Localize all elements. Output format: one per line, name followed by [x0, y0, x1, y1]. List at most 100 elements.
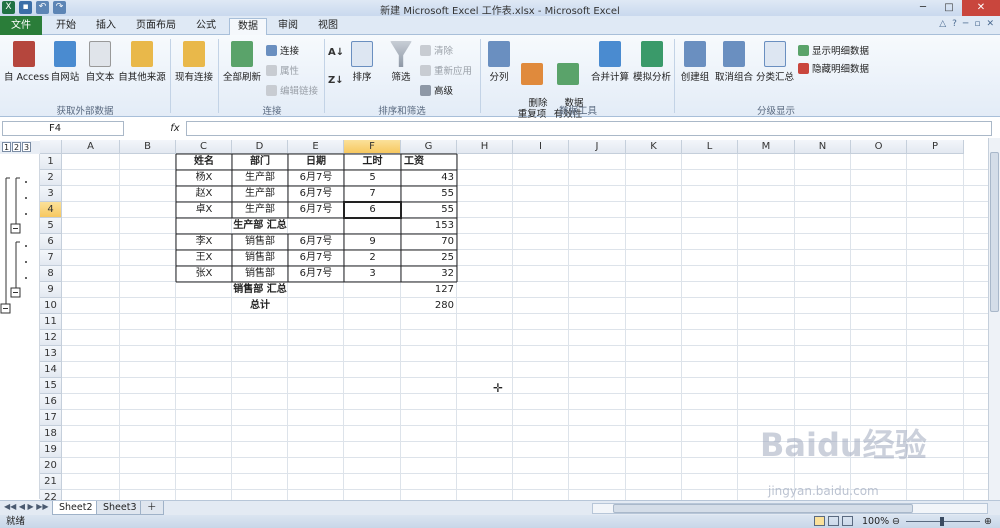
- edit-links-button[interactable]: 编辑链接: [266, 83, 318, 97]
- vertical-scrollbar[interactable]: [988, 138, 1000, 500]
- subtotal-icon: [764, 41, 786, 67]
- workbook-restore-icon[interactable]: ▫: [974, 19, 980, 29]
- zoom-out-icon[interactable]: ⊖: [892, 515, 900, 528]
- what-if-analysis-button[interactable]: 模拟分析: [632, 41, 672, 83]
- tab-formulas[interactable]: 公式: [188, 18, 224, 35]
- tab-review[interactable]: 审阅: [270, 18, 306, 35]
- outline-level-buttons: 1 2 3: [0, 141, 40, 154]
- clear-icon: [420, 44, 431, 56]
- status-bar: 就绪 100% ⊖ ⊕: [0, 515, 1000, 528]
- access-icon: [13, 41, 35, 67]
- help-icon[interactable]: ?: [952, 19, 957, 29]
- filter-button[interactable]: 筛选: [386, 41, 416, 83]
- page-break-view-icon[interactable]: [842, 516, 853, 526]
- sheet-nav-arrows-icon[interactable]: ◀◀ ◀ ▶ ▶▶: [4, 502, 49, 511]
- status-ready: 就绪: [6, 516, 26, 527]
- watermark-url: jingyan.baidu.com: [768, 484, 879, 498]
- group-button[interactable]: 创建组: [678, 41, 712, 83]
- consolidate-icon: [599, 41, 621, 67]
- minimize-button[interactable]: ─: [910, 0, 936, 16]
- show-detail-icon: [798, 44, 809, 56]
- ungroup-button[interactable]: 取消组合: [714, 41, 754, 83]
- zoom-slider-handle[interactable]: [940, 517, 944, 526]
- ribbon-separator: [170, 39, 171, 113]
- subtotal-button[interactable]: 分类汇总: [756, 41, 794, 83]
- from-web-button[interactable]: 自网站: [48, 41, 82, 83]
- maximize-button[interactable]: □: [936, 0, 962, 16]
- show-detail-button[interactable]: 显示明细数据: [798, 43, 869, 57]
- connections-folder-icon: [183, 41, 205, 67]
- ribbon-minimize-icon[interactable]: △: [939, 19, 946, 29]
- database-icon: [131, 41, 153, 67]
- insert-function-icon[interactable]: fx: [166, 121, 184, 136]
- name-box[interactable]: F4: [2, 121, 124, 136]
- horizontal-scroll-thumb[interactable]: [613, 504, 913, 513]
- page-layout-view-icon[interactable]: [828, 516, 839, 526]
- group-icon: [684, 41, 706, 67]
- text-file-icon: [89, 41, 111, 67]
- ribbon-separator: [324, 39, 325, 113]
- hide-detail-button[interactable]: 隐藏明细数据: [798, 61, 869, 75]
- selected-cell-outline: [343, 201, 402, 219]
- tab-insert[interactable]: 插入: [88, 18, 124, 35]
- zoom-level[interactable]: 100%: [862, 515, 889, 528]
- connections-icon: [266, 44, 277, 56]
- advanced-filter-icon: [420, 84, 431, 96]
- refresh-all-button[interactable]: 全部刷新: [222, 41, 262, 83]
- outline-level-2-button[interactable]: 2: [12, 142, 21, 152]
- properties-icon: [266, 64, 277, 76]
- from-access-button[interactable]: 自 Access: [4, 41, 49, 83]
- from-other-sources-button[interactable]: 自其他来源: [118, 41, 166, 83]
- zoom-in-icon[interactable]: ⊕: [984, 515, 992, 528]
- reapply-button[interactable]: 重新应用: [420, 63, 472, 77]
- formula-input[interactable]: [186, 121, 992, 136]
- ribbon-separator: [674, 39, 675, 113]
- sheet-bar: ◀◀ ◀ ▶ ▶▶ Sheet2 Sheet3 ＋: [0, 500, 1000, 515]
- remove-duplicates-icon: [521, 63, 543, 85]
- sort-ascending-icon: A↓: [328, 47, 345, 58]
- vertical-scroll-thumb[interactable]: [990, 152, 999, 312]
- consolidate-button[interactable]: 合并计算: [590, 41, 630, 83]
- sort-descending-button[interactable]: Z↓: [328, 75, 344, 86]
- tab-view[interactable]: 视图: [310, 18, 346, 35]
- data-validation-button[interactable]: 数据 有效性: [550, 41, 586, 131]
- insert-sheet-icon[interactable]: ＋: [140, 501, 164, 515]
- close-button[interactable]: ✕: [962, 0, 1000, 16]
- horizontal-scrollbar[interactable]: [592, 503, 988, 514]
- ribbon-separator: [218, 39, 219, 113]
- outline-level-3-button[interactable]: 3: [22, 142, 31, 152]
- sort-button[interactable]: 排序: [348, 41, 376, 83]
- ribbon: 自 Access 自网站 自文本 自其他来源 获取外部数据 现有连接 全部刷新 …: [0, 35, 1000, 120]
- tab-file[interactable]: 文件: [0, 16, 42, 35]
- group-label-connections: 连接: [262, 106, 282, 117]
- remove-duplicates-button[interactable]: 删除 重复项: [516, 41, 548, 131]
- tab-data[interactable]: 数据: [229, 18, 267, 36]
- sort-ascending-button[interactable]: A↓: [328, 47, 344, 58]
- outline-level-1-button[interactable]: 1: [2, 142, 11, 152]
- sort-descending-icon: Z↓: [328, 75, 344, 86]
- watermark-logo: Baidu经验: [760, 426, 927, 464]
- sheet-tab-sheet2[interactable]: Sheet2: [52, 501, 100, 515]
- ungroup-icon: [723, 41, 745, 67]
- properties-button[interactable]: 属性: [266, 63, 299, 77]
- sort-icon: [351, 41, 373, 67]
- sheet-tab-sheet3[interactable]: Sheet3: [96, 501, 144, 515]
- workbook-close-icon[interactable]: ✕: [986, 19, 994, 29]
- filter-funnel-icon: [390, 41, 412, 67]
- advanced-filter-button[interactable]: 高级: [420, 83, 453, 97]
- normal-view-icon[interactable]: [814, 516, 825, 526]
- group-label-sort-filter: 排序和筛选: [378, 106, 426, 117]
- cursor-crosshair-icon: ✛: [493, 381, 504, 395]
- tab-page-layout[interactable]: 页面布局: [128, 18, 184, 35]
- workbook-minimize-icon[interactable]: ─: [963, 19, 968, 29]
- outline-panel: [0, 154, 40, 499]
- connections-button[interactable]: 连接: [266, 43, 299, 57]
- from-text-button[interactable]: 自文本: [84, 41, 116, 83]
- view-buttons: [814, 516, 853, 526]
- text-to-columns-button[interactable]: 分列: [484, 41, 514, 83]
- tab-home[interactable]: 开始: [48, 18, 84, 35]
- clear-filter-button[interactable]: 清除: [420, 43, 453, 57]
- existing-connections-button[interactable]: 现有连接: [174, 41, 214, 83]
- outline-brackets: [0, 177, 27, 314]
- hide-detail-icon: [798, 62, 809, 74]
